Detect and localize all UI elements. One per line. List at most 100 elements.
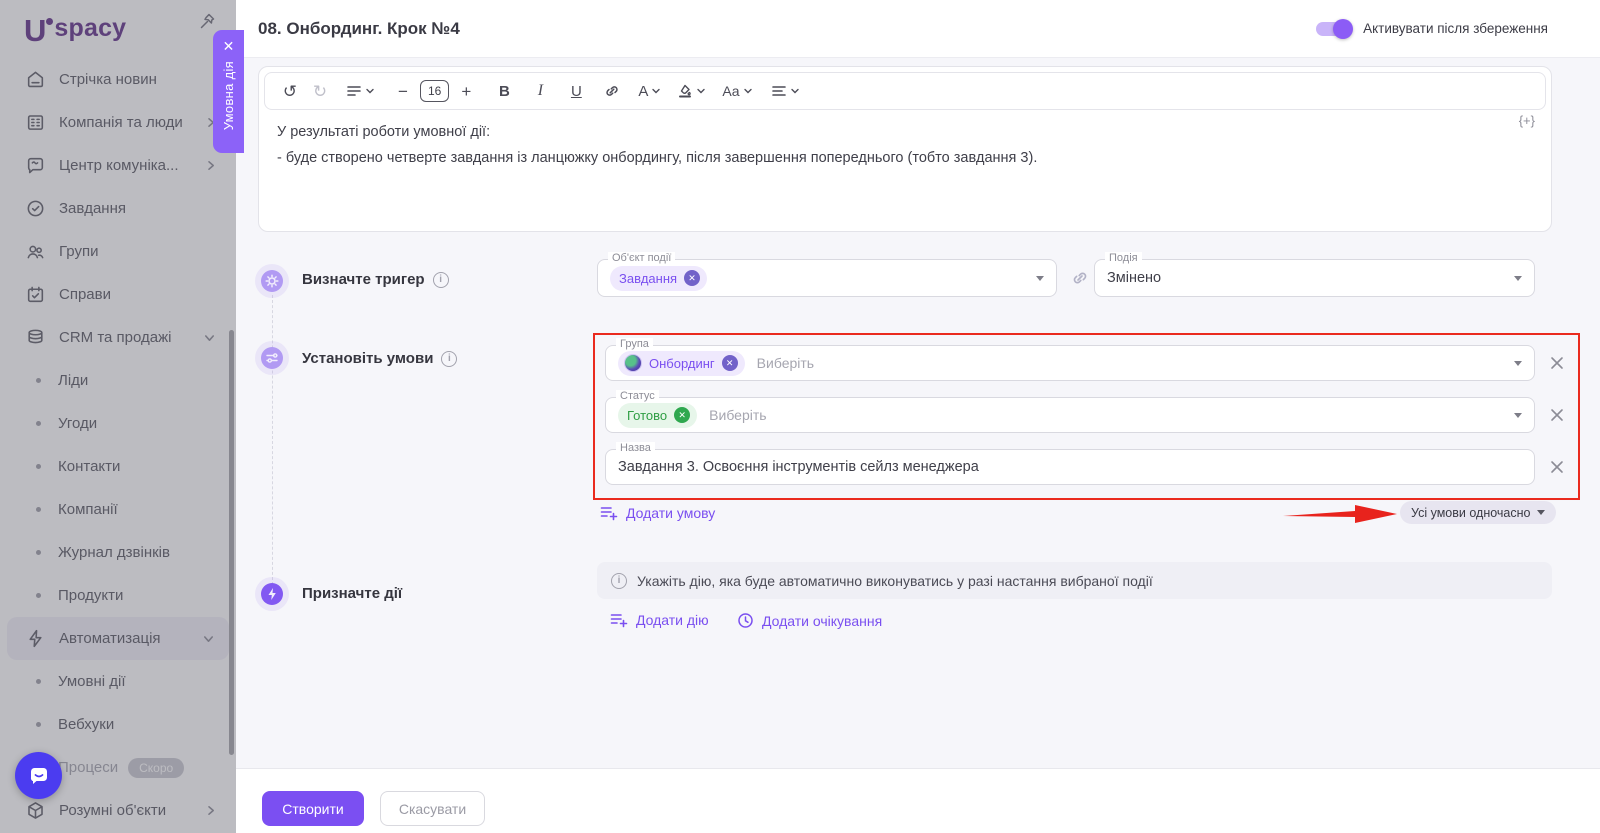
condition-status-select[interactable]: Статус Готово ✕ Виберіть xyxy=(605,390,1535,433)
align-button[interactable] xyxy=(768,77,803,105)
editor-line: - буде створено четверте завдання із лан… xyxy=(277,150,1038,166)
condition-name-input[interactable]: Назва Завдання 3. Освоєння інструментів … xyxy=(605,442,1535,485)
uspacy-logo[interactable]: U spacy xyxy=(24,13,126,49)
info-icon: i xyxy=(611,572,627,589)
sidebar-item-label: Угоди xyxy=(58,415,98,432)
conditional-action-tab[interactable]: ✕ Умовна дія xyxy=(213,30,244,153)
comms-icon xyxy=(25,155,46,176)
redo-button[interactable]: ↻ xyxy=(307,77,333,105)
remove-chip-icon[interactable]: ✕ xyxy=(684,270,701,286)
info-icon[interactable]: i xyxy=(441,350,458,367)
sidebar-item-groups[interactable]: Групи xyxy=(0,230,236,273)
bullet-icon xyxy=(36,421,41,426)
editor-content[interactable]: У результаті роботи умовної дії: - буде … xyxy=(277,119,1491,171)
sidebar-item-sub[interactable]: Ліди xyxy=(0,359,236,402)
conditions-logic-selector[interactable]: Усі умови одночасно xyxy=(1400,501,1557,524)
remove-chip-icon[interactable]: ✕ xyxy=(721,355,738,371)
editor-line: У результаті роботи умовної дії: xyxy=(277,124,491,140)
sidebar-item-crm[interactable]: CRM та продажі xyxy=(0,316,236,359)
sidebar-item-label: Автоматизація xyxy=(59,630,161,647)
annotation-arrow xyxy=(1283,505,1397,523)
paragraph-format-button[interactable] xyxy=(343,77,378,105)
underline-button[interactable]: U xyxy=(563,77,589,105)
name-value: Завдання 3. Освоєння інструментів сейлз … xyxy=(618,459,979,475)
add-wait-button[interactable]: Додати очікування xyxy=(737,612,882,629)
actions-hint: i Укажіть дію, яка буде автоматично вико… xyxy=(597,562,1552,599)
insert-link-button[interactable] xyxy=(599,77,625,105)
italic-button[interactable]: I xyxy=(527,77,553,105)
app-window: U spacy Стрічка новин Компанія та люди Цен… xyxy=(0,0,1600,833)
conditions-section-title: Установіть умови i xyxy=(302,350,458,367)
sidebar-item-comms[interactable]: Центр комуніка... xyxy=(0,144,236,187)
main-panel: 08. Онбординг. Крок №4 Активувати після … xyxy=(236,0,1600,833)
playlist-add-icon xyxy=(600,507,618,521)
support-chat-button[interactable] xyxy=(15,752,62,799)
editor-toolbar: ↺ ↻ − 16 + B I U A Aa xyxy=(264,72,1546,110)
description-editor[interactable]: ↺ ↻ − 16 + B I U A Aa У результаті робот… xyxy=(258,66,1552,232)
condition-group-select[interactable]: Група Онбординг ✕ Виберіть xyxy=(605,338,1535,381)
sidebar-item-tasks[interactable]: Завдання xyxy=(0,187,236,230)
increase-font-button[interactable]: + xyxy=(453,77,479,105)
chevron-down-icon xyxy=(790,88,799,94)
trigger-step-icon xyxy=(255,264,289,298)
sidebar-item-company[interactable]: Компанія та люди xyxy=(0,101,236,144)
add-condition-button[interactable]: Додати умову xyxy=(600,505,715,521)
steps-connector xyxy=(271,295,273,585)
field-label: Група xyxy=(616,338,653,350)
actions-step-icon xyxy=(255,577,289,611)
pin-sidebar-icon[interactable] xyxy=(198,12,216,35)
create-button[interactable]: Створити xyxy=(262,791,364,826)
sidebar-item-label: Процеси xyxy=(58,759,119,776)
trigger-section-title: Визначте тригер i xyxy=(302,271,449,288)
cancel-button[interactable]: Скасувати xyxy=(380,791,485,826)
text-color-button[interactable]: A xyxy=(635,77,664,105)
remove-chip-icon[interactable]: ✕ xyxy=(674,407,691,423)
sidebar-item-label: Групи xyxy=(59,243,99,260)
undo-button[interactable]: ↺ xyxy=(277,77,303,105)
sidebar-item-label: Вебхуки xyxy=(58,716,115,733)
soon-badge: Скоро xyxy=(128,757,185,778)
sidebar-item-automation[interactable]: Автоматизація xyxy=(7,617,229,660)
sidebar-item-sub[interactable]: Компанії xyxy=(0,488,236,531)
remove-condition-button[interactable] xyxy=(1547,457,1567,477)
logo-u: U xyxy=(24,13,46,48)
logo-dot-icon xyxy=(46,18,54,25)
sidebar-item-label: Журнал дзвінків xyxy=(58,544,170,561)
font-size-value[interactable]: 16 xyxy=(420,80,450,102)
sidebar-menu: Стрічка новин Компанія та люди Центр комун… xyxy=(0,58,236,832)
add-action-button[interactable]: Додати дію xyxy=(610,612,709,628)
remove-condition-button[interactable] xyxy=(1547,353,1567,373)
sidebar-item-calendar[interactable]: Справи xyxy=(0,273,236,316)
group-chip: Онбординг ✕ xyxy=(618,350,745,376)
footer-bar: Створити Скасувати xyxy=(236,768,1600,833)
sidebar-item-sub[interactable]: Контакти xyxy=(0,445,236,488)
event-object-select[interactable]: Об'єкт події Завдання ✕ xyxy=(597,252,1057,297)
chevron-down-icon xyxy=(652,88,661,94)
highlight-color-button[interactable] xyxy=(674,77,709,105)
sidebar-item-label: Центр комуніка... xyxy=(59,157,179,174)
clock-icon xyxy=(738,613,753,628)
tab-label: Умовна дія xyxy=(221,61,236,131)
sidebar-scrollbar[interactable] xyxy=(229,330,234,755)
insert-variable-button[interactable]: {+} xyxy=(1519,113,1535,128)
text-case-button[interactable]: Aa xyxy=(719,77,755,105)
sidebar-item-sub[interactable]: Угоди xyxy=(0,402,236,445)
event-select[interactable]: Подія Змінено xyxy=(1094,252,1535,297)
sidebar-item-sub[interactable]: Журнал дзвінків xyxy=(0,531,236,574)
info-icon[interactable]: i xyxy=(432,271,449,288)
activate-toggle[interactable] xyxy=(1316,18,1354,39)
close-panel-icon[interactable]: ✕ xyxy=(223,37,235,55)
sidebar-item-label: Контакти xyxy=(58,458,121,475)
sidebar-item-sub[interactable]: Вебхуки xyxy=(0,703,236,746)
bullet-icon xyxy=(36,507,41,512)
sidebar-item-newsfeed[interactable]: Стрічка новин xyxy=(0,58,236,101)
bold-button[interactable]: B xyxy=(491,77,517,105)
decrease-font-button[interactable]: − xyxy=(390,77,416,105)
tasks-icon xyxy=(25,198,46,219)
select-placeholder: Виберіть xyxy=(756,355,815,371)
sidebar-item-sub[interactable]: Умовні дії xyxy=(0,660,236,703)
chevron-down-icon xyxy=(1537,510,1546,515)
sidebar-item-sub[interactable]: Продукти xyxy=(0,574,236,617)
remove-condition-button[interactable] xyxy=(1547,405,1567,425)
sidebar-item-label: CRM та продажі xyxy=(59,329,172,346)
